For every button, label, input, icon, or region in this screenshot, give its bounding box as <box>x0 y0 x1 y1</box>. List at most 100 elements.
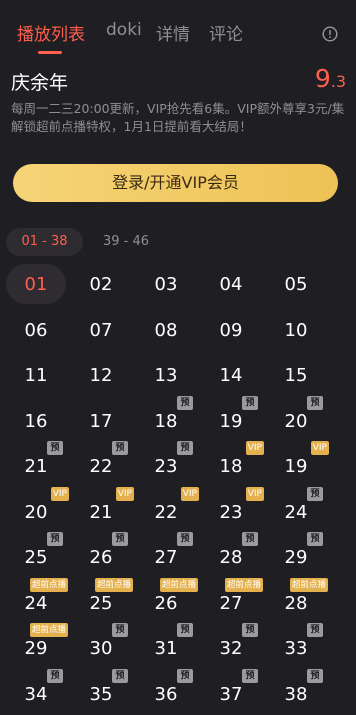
episode-item[interactable]: 36 预 <box>136 668 196 715</box>
vip-badge: VIP <box>310 441 329 455</box>
episode-number: 23 <box>154 456 178 477</box>
episode-number: 33 <box>284 638 308 659</box>
episode-item[interactable]: 24 预 <box>266 486 326 533</box>
episode-item[interactable]: 17 <box>71 399 131 442</box>
episode-number: 18 <box>219 456 243 477</box>
episode-item[interactable]: 29 预 <box>266 532 326 578</box>
episode-item[interactable]: 26 超前点播 <box>136 577 198 624</box>
episode-item[interactable]: 16 <box>6 399 66 442</box>
episode-item[interactable]: 20 VIP <box>6 486 69 533</box>
episode-number: 12 <box>89 365 113 386</box>
episode-number: 37 <box>219 683 243 705</box>
episode-item[interactable]: 23 VIP <box>201 486 264 533</box>
episode-item[interactable]: 35 预 <box>71 668 131 715</box>
active-tab-indicator <box>38 51 62 54</box>
episode-item[interactable]: 38 预 <box>266 668 326 715</box>
episode-item[interactable]: 27 预 <box>136 532 196 578</box>
episode-number: 06 <box>24 319 48 341</box>
episode-number: 32 <box>219 638 243 659</box>
preview-badge: 预 <box>112 668 128 683</box>
episode-item[interactable]: 06 <box>6 308 66 351</box>
tab-comments[interactable]: 评论 <box>209 20 243 45</box>
episode-item[interactable]: 37 预 <box>201 668 261 715</box>
episode-number: 29 <box>284 547 308 568</box>
preview-badge: 预 <box>177 668 193 683</box>
episode-number: 31 <box>154 638 178 659</box>
episode-item[interactable]: 02 <box>71 262 131 305</box>
episode-item[interactable]: 21 预 <box>6 441 66 487</box>
episode-item[interactable]: 27 超前点播 <box>201 577 263 624</box>
preview-badge: 预 <box>242 668 258 683</box>
episode-item[interactable]: 10 <box>266 308 326 351</box>
episode-item[interactable]: 31 预 <box>136 623 196 669</box>
preview-badge: 预 <box>112 441 128 455</box>
preview-badge: 预 <box>242 532 258 546</box>
episode-item[interactable]: 22 VIP <box>136 486 199 533</box>
preview-badge: 预 <box>177 441 193 455</box>
episode-item[interactable]: 09 <box>201 308 261 351</box>
episode-item[interactable]: 13 <box>136 353 196 396</box>
episode-item[interactable]: 33 预 <box>266 623 326 669</box>
episode-item[interactable]: 25 预 <box>6 532 66 578</box>
episode-item[interactable]: 20 预 <box>266 395 326 442</box>
vip-badge: VIP <box>180 486 199 501</box>
episode-number: 10 <box>284 319 308 341</box>
episode-item[interactable]: 22 预 <box>71 441 131 487</box>
episode-item[interactable]: 08 <box>136 308 196 351</box>
show-title: 庆余年 <box>11 72 69 94</box>
episode-item[interactable]: 21 VIP <box>71 486 134 533</box>
episode-number: 20 <box>284 410 308 432</box>
info-icon[interactable] <box>322 26 338 42</box>
episode-item[interactable]: 18 预 <box>136 395 196 442</box>
episode-number: 35 <box>89 683 113 705</box>
episode-item[interactable]: 30 预 <box>71 623 131 669</box>
preview-badge: 预 <box>307 532 323 546</box>
episode-number: 21 <box>89 501 113 523</box>
episode-item[interactable]: 15 <box>266 353 326 396</box>
episode-number: 08 <box>154 319 178 341</box>
episode-item[interactable]: 04 <box>201 262 261 305</box>
preview-badge: 预 <box>177 532 193 546</box>
preview-badge: 预 <box>242 623 258 637</box>
tab-details[interactable]: 详情 <box>156 20 190 45</box>
tab-doki[interactable]: doki <box>106 20 142 40</box>
episode-item[interactable]: 11 <box>6 353 66 396</box>
preview-badge: 预 <box>307 623 323 637</box>
episode-item[interactable]: 05 <box>266 262 326 305</box>
episode-item[interactable]: 28 预 <box>201 532 261 578</box>
score-integer: 9 <box>314 64 331 93</box>
episode-item[interactable]: 28 超前点播 <box>266 577 328 624</box>
preview-badge: 预 <box>47 668 63 683</box>
episode-number: 38 <box>284 683 308 705</box>
episode-item[interactable]: 19 VIP <box>266 441 329 487</box>
episode-item[interactable]: 25 超前点播 <box>71 577 133 624</box>
advance-play-badge: 超前点播 <box>29 577 68 592</box>
episode-number: 21 <box>24 456 48 477</box>
episode-item[interactable]: 32 预 <box>201 623 261 669</box>
range-tab-1-38[interactable]: 01 - 38 <box>6 228 83 256</box>
episode-item[interactable]: 03 <box>136 262 196 305</box>
vip-login-button[interactable]: 登录/开通VIP会员 <box>13 164 338 202</box>
advance-play-badge: 超前点播 <box>159 577 198 592</box>
episode-item[interactable]: 23 预 <box>136 441 196 487</box>
range-tab-39-46[interactable]: 39 - 46 <box>88 228 164 256</box>
preview-badge: 预 <box>112 532 128 546</box>
episode-number: 01 <box>24 274 48 295</box>
episode-item[interactable]: 01 <box>6 262 66 305</box>
episode-item[interactable]: 14 <box>201 353 261 396</box>
episode-number: 28 <box>219 547 243 568</box>
episode-item[interactable]: 29 超前点播 <box>6 623 68 669</box>
tab-playlist[interactable]: 播放列表 <box>17 20 85 45</box>
episode-item[interactable]: 07 <box>71 308 131 351</box>
episode-item[interactable]: 24 超前点播 <box>6 577 68 624</box>
episode-item[interactable]: 19 预 <box>201 395 261 442</box>
episode-item[interactable]: 18 VIP <box>201 441 264 487</box>
episode-number: 20 <box>24 501 48 523</box>
episode-item[interactable]: 26 预 <box>71 532 131 578</box>
preview-badge: 预 <box>307 486 323 501</box>
episode-item[interactable]: 12 <box>71 353 131 396</box>
episode-number: 17 <box>89 410 113 432</box>
episode-number: 22 <box>89 456 113 477</box>
episode-item[interactable]: 34 预 <box>6 668 66 715</box>
top-tab-bar: 播放列表 doki 详情 评论 <box>0 0 356 56</box>
